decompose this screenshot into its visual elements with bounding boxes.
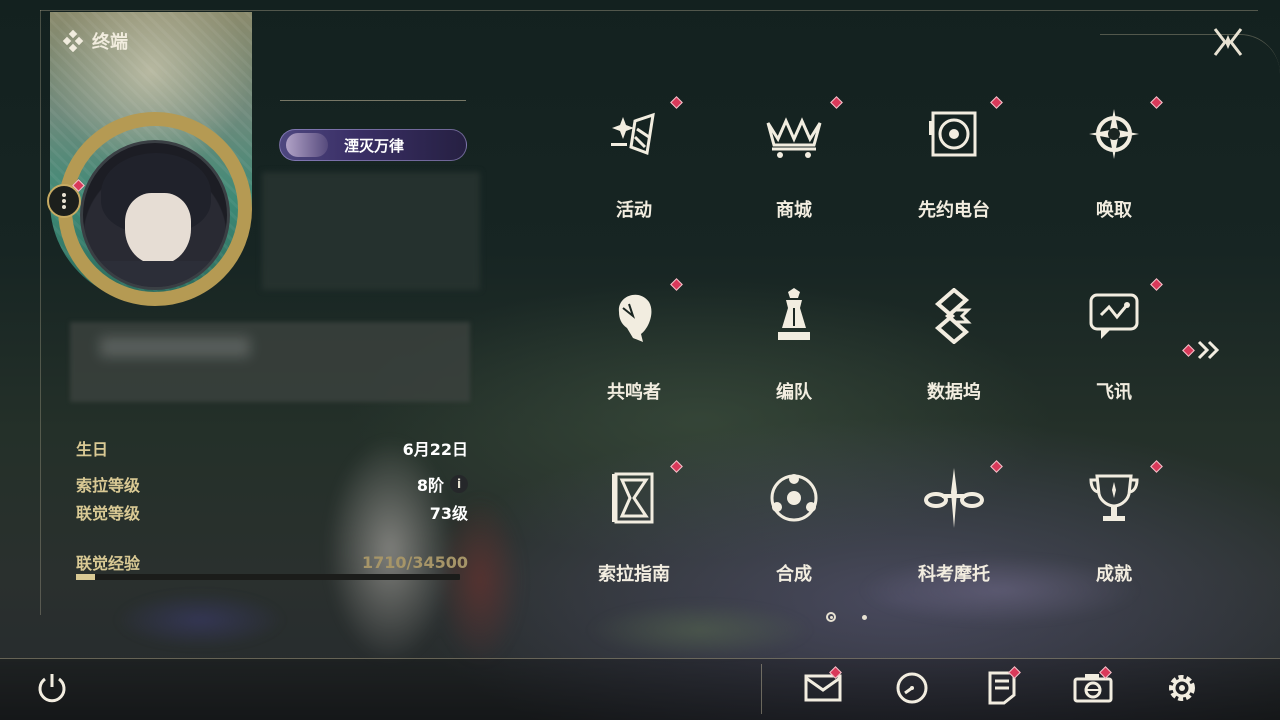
title-badge-portrait	[286, 133, 328, 157]
clock-icon	[896, 672, 928, 704]
avatar-face	[125, 193, 191, 265]
history-button[interactable]	[890, 666, 934, 710]
menu-item-motorbike[interactable]: 科考摩托	[874, 448, 1034, 618]
guide-book-icon	[612, 472, 654, 524]
stat-row-union-exp: 联觉经验 1710/34500	[76, 550, 468, 574]
background-character	[250, 380, 580, 670]
stat-value: 8阶 i	[417, 472, 468, 496]
character-head-icon	[618, 294, 652, 342]
page-dot[interactable]	[862, 614, 867, 620]
close-button[interactable]	[1206, 20, 1250, 64]
menu-item-label: 数据坞	[927, 382, 981, 403]
menu-grid: 活动 商城 先约电台 唤取 共鸣者 编队 数据坞 飞讯 索拉指南 合成 科考摩托…	[554, 84, 1194, 604]
notification-badge	[1150, 96, 1163, 109]
title-badge-text: 湮灭万律	[344, 136, 405, 155]
menu-item-label: 飞讯	[1096, 382, 1132, 403]
sparkle-flag-icon	[611, 112, 655, 156]
menu-item-radio[interactable]: 先约电台	[874, 84, 1034, 254]
blurred-name-area	[262, 172, 480, 290]
terminal-diamond-icon	[62, 30, 84, 52]
avatar[interactable]	[80, 140, 230, 290]
notification-badge	[670, 96, 683, 109]
menu-item-convene[interactable]: 唤取	[1034, 84, 1194, 254]
exp-label: 联觉经验	[76, 554, 141, 573]
synthesis-icon	[770, 474, 818, 522]
shop-cart-icon	[766, 117, 822, 158]
notification-badge	[670, 460, 683, 473]
page-title: 终端	[62, 28, 128, 54]
notification-badge	[670, 278, 683, 291]
double-chevron-right-icon	[1197, 340, 1220, 360]
more-vertical-icon	[62, 193, 66, 209]
notification-badge	[1182, 343, 1195, 357]
toolbar-divider	[761, 664, 762, 714]
menu-item-label: 合成	[776, 564, 812, 585]
mail-button[interactable]	[801, 666, 845, 710]
menu-item-data-bank[interactable]: 数据坞	[874, 266, 1034, 436]
chat-bubble-icon	[1089, 293, 1139, 339]
motorbike-icon	[924, 468, 984, 528]
menu-item-label: 编队	[776, 382, 812, 403]
trophy-icon	[1089, 474, 1139, 521]
page-title-text: 终端	[92, 32, 128, 53]
stat-value: 73级	[429, 504, 468, 523]
name-divider	[280, 100, 466, 101]
frame-curve	[1100, 34, 1280, 79]
menu-item-events[interactable]: 活动	[554, 84, 714, 254]
radio-record-icon	[929, 111, 977, 157]
stat-row-sol-level: 索拉等级 8阶 i	[76, 472, 468, 496]
settings-gear-icon	[1169, 675, 1195, 701]
blurred-signature-area	[70, 322, 470, 402]
camera-button[interactable]	[1071, 666, 1115, 710]
menu-item-messages[interactable]: 飞讯	[1034, 266, 1194, 436]
compass-star-icon	[1089, 109, 1139, 159]
menu-item-label: 索拉指南	[598, 564, 670, 585]
menu-item-label: 科考摩托	[918, 564, 990, 585]
menu-item-resonators[interactable]: 共鸣者	[554, 266, 714, 436]
menu-item-label: 商城	[776, 200, 812, 221]
stat-row-birthday: 生日 6月22日	[76, 436, 468, 460]
notification-badge	[1150, 278, 1163, 291]
menu-item-guidebook[interactable]: 索拉指南	[554, 448, 714, 618]
notification-badge	[830, 96, 843, 109]
notes-button[interactable]	[980, 666, 1024, 710]
camera-icon	[1073, 674, 1113, 703]
power-icon	[38, 674, 66, 703]
notification-badge	[990, 460, 1003, 473]
menu-item-synthesis[interactable]: 合成	[714, 448, 874, 618]
title-badge[interactable]: 湮灭万律	[279, 129, 467, 161]
next-page-button[interactable]	[1182, 336, 1224, 364]
notification-badge	[990, 96, 1003, 109]
exp-progress-fill	[76, 574, 96, 580]
notification-badge	[1150, 460, 1163, 473]
stat-label: 索拉等级	[76, 476, 141, 495]
menu-item-label: 活动	[616, 200, 652, 221]
avatar-coat	[93, 261, 223, 287]
stat-row-union-level: 联觉等级 73级	[76, 500, 468, 524]
info-icon[interactable]: i	[450, 475, 468, 493]
stat-value: 6月22日	[402, 440, 468, 459]
menu-item-achievements[interactable]: 成就	[1034, 448, 1194, 618]
menu-item-label: 共鸣者	[607, 382, 661, 403]
chess-piece-icon	[778, 288, 810, 340]
mail-icon	[804, 674, 842, 702]
frame-left-line	[40, 10, 41, 615]
data-dock-icon	[934, 288, 972, 344]
menu-item-label: 先约电台	[918, 200, 990, 221]
page-indicator	[826, 612, 867, 622]
close-icon	[1213, 28, 1243, 56]
frame-top-line	[40, 10, 1258, 11]
exp-value: 1710/34500	[361, 552, 468, 572]
stat-label: 联觉等级	[76, 504, 141, 523]
power-button[interactable]	[30, 666, 74, 710]
exp-progress-bar	[76, 574, 460, 580]
settings-button[interactable]	[1160, 666, 1204, 710]
stat-label: 生日	[76, 440, 109, 459]
menu-item-shop[interactable]: 商城	[714, 84, 874, 254]
menu-item-label: 唤取	[1096, 200, 1132, 221]
menu-item-team[interactable]: 编队	[714, 266, 874, 436]
page-dot-active[interactable]	[826, 612, 836, 622]
menu-item-label: 成就	[1096, 564, 1132, 585]
